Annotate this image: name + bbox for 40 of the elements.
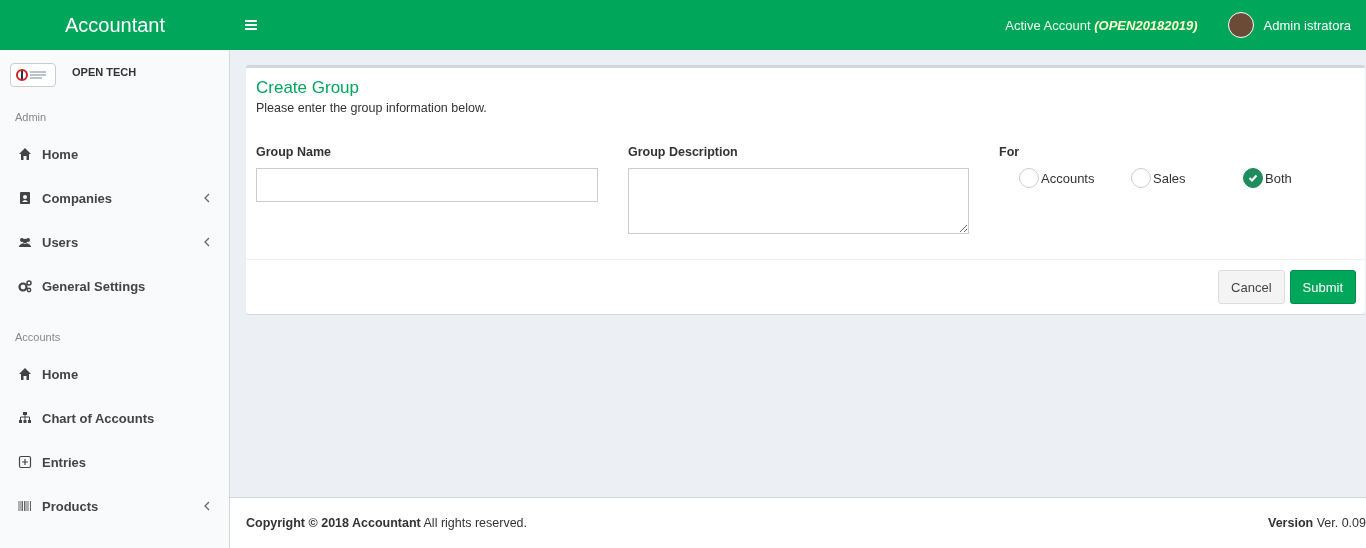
home-icon [18, 147, 32, 161]
form-subtitle: Please enter the group information below. [256, 101, 488, 115]
avatar[interactable] [1227, 12, 1254, 38]
radio-button[interactable] [1019, 168, 1039, 188]
sidebar-item[interactable]: Users [0, 220, 229, 264]
users-icon [18, 235, 32, 249]
field-label: Group Description [628, 145, 739, 159]
field-label: Group Name [256, 145, 332, 159]
sidebar-section-header: Admin [14, 110, 48, 125]
contact-book-icon [18, 191, 32, 205]
radio-option[interactable]: Sales [1131, 168, 1243, 188]
check-icon [1247, 172, 1259, 184]
radio-button[interactable] [1131, 168, 1151, 188]
home-icon [18, 367, 32, 381]
plus-square-icon [18, 455, 32, 469]
sidebar-item[interactable]: Chart of Accounts [0, 396, 229, 440]
copyright-text: Copyright © 2018 Accountant All rights reserved. [246, 516, 528, 530]
cancel-button[interactable]: Cancel [1218, 270, 1285, 304]
sidebar-item[interactable]: Home [0, 132, 229, 176]
sidebar-item[interactable]: Entries [0, 440, 229, 484]
radio-option[interactable]: Accounts [1019, 168, 1131, 188]
active-account-text: Active Account (OPEN20182019) [1005, 17, 1198, 33]
company-logo [10, 63, 56, 87]
sidebar-item[interactable]: General Settings [0, 264, 229, 308]
radio-option[interactable]: Both [1243, 168, 1355, 188]
company-name: OPEN TECH [72, 66, 137, 78]
sidebar-section-header: Accounts [14, 330, 62, 345]
group-description-field[interactable] [628, 168, 969, 234]
menu-icon[interactable] [244, 18, 258, 32]
radio-button[interactable] [1243, 168, 1263, 188]
barcode-icon [18, 499, 32, 513]
gears-icon [18, 279, 32, 293]
field-label: For [999, 145, 1021, 159]
form-title: Create Group [256, 78, 360, 98]
sidebar-item[interactable]: Home [0, 352, 229, 396]
sidebar-item[interactable]: Products [0, 484, 229, 528]
version-text: Version Ver. 0.09 [1268, 516, 1366, 530]
sidebar-item[interactable]: Companies [0, 176, 229, 220]
group-name-field[interactable] [256, 168, 598, 202]
sitemap-icon [18, 411, 32, 425]
